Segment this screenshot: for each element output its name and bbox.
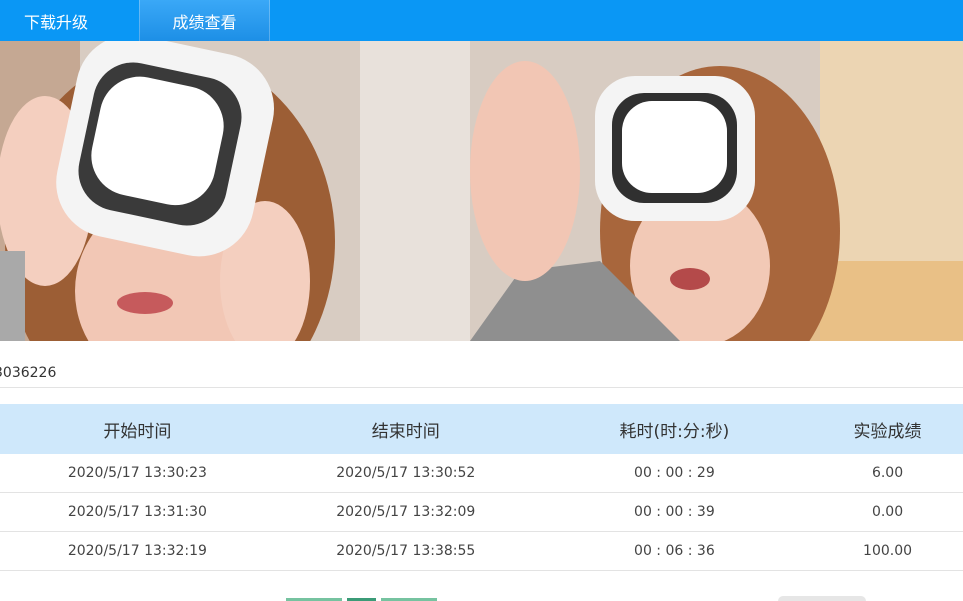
cell-score: 6.00 xyxy=(812,454,963,493)
student-id: 3036226 xyxy=(0,365,57,381)
table-row: 2020/5/17 13:31:30 2020/5/17 13:32:09 00… xyxy=(0,492,963,532)
table-row: 2020/5/17 13:32:19 2020/5/17 13:38:55 00… xyxy=(0,531,963,571)
top-nav: 下载升级 成绩查看 xyxy=(0,0,963,41)
column-header-end-time: 结束时间 xyxy=(274,404,537,454)
vr-headset-photo-icon xyxy=(0,41,963,341)
page: 下载升级 成绩查看 3036226 开始时间 结束时间 耗时(时:分:秒) 实验… xyxy=(0,0,963,601)
column-header-score: 实验成绩 xyxy=(812,404,963,454)
nav-item-score-view[interactable]: 成绩查看 xyxy=(139,0,270,41)
cell-end-time: 2020/5/17 13:32:09 xyxy=(274,492,537,532)
cell-start-time: 2020/5/17 13:32:19 xyxy=(0,531,275,571)
cell-score: 100.00 xyxy=(812,531,963,571)
bottom-button[interactable] xyxy=(778,596,866,601)
column-header-duration: 耗时(时:分:秒) xyxy=(536,404,813,454)
cell-start-time: 2020/5/17 13:31:30 xyxy=(0,492,275,532)
divider xyxy=(0,387,963,388)
cell-duration: 00 : 00 : 29 xyxy=(536,454,813,493)
cell-duration: 00 : 06 : 36 xyxy=(536,531,813,571)
nav-item-download-upgrade[interactable]: 下载升级 xyxy=(0,0,139,41)
table-header-row: 开始时间 结束时间 耗时(时:分:秒) 实验成绩 xyxy=(0,404,963,454)
cell-score: 0.00 xyxy=(812,492,963,532)
score-table: 开始时间 结束时间 耗时(时:分:秒) 实验成绩 2020/5/17 13:30… xyxy=(0,404,963,571)
banner-image xyxy=(0,41,963,341)
column-header-start-time: 开始时间 xyxy=(0,404,275,454)
cell-end-time: 2020/5/17 13:30:52 xyxy=(274,454,537,493)
cell-duration: 00 : 00 : 39 xyxy=(536,492,813,532)
cell-end-time: 2020/5/17 13:38:55 xyxy=(274,531,537,571)
cell-start-time: 2020/5/17 13:30:23 xyxy=(0,454,275,493)
table-row: 2020/5/17 13:30:23 2020/5/17 13:30:52 00… xyxy=(0,454,963,493)
